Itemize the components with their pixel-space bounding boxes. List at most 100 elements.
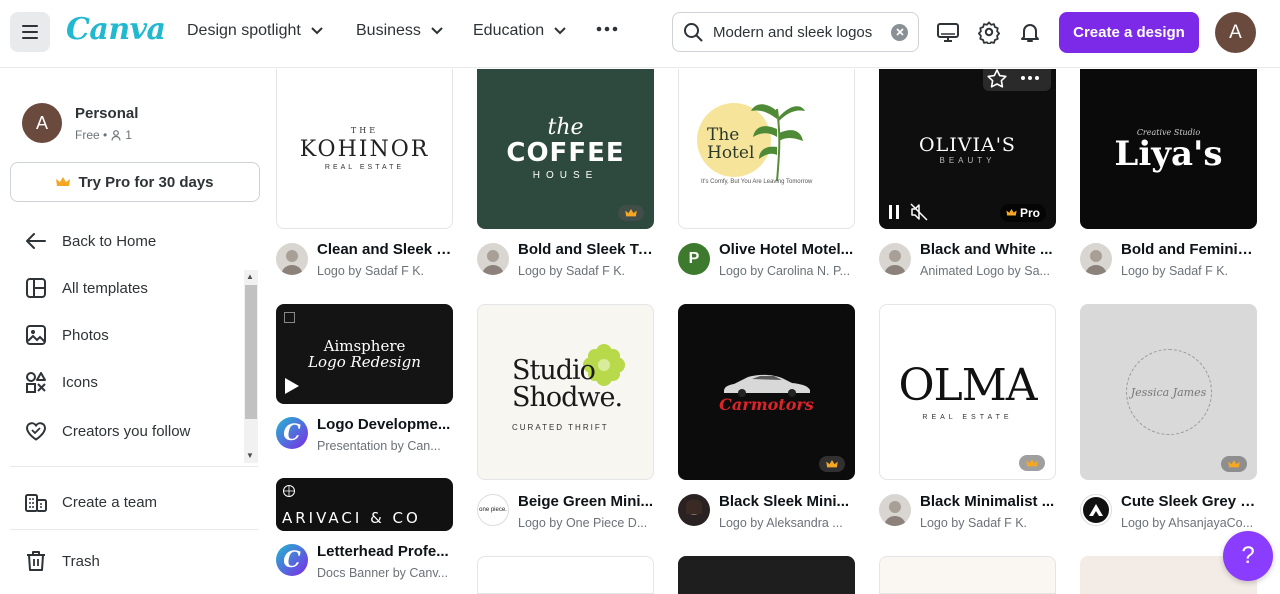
crown-icon (1026, 458, 1038, 466)
help-button[interactable]: ? (1223, 531, 1273, 581)
sidebar-item-trash[interactable]: Trash (24, 549, 100, 573)
template-card[interactable]: Jessica James Cute Sleek Grey B... Logo … (1080, 304, 1257, 534)
gear-icon (978, 21, 1000, 44)
template-title[interactable]: Clean and Sleek T... (317, 241, 453, 258)
template-thumbnail[interactable] (477, 556, 654, 594)
creator-avatar[interactable] (879, 494, 911, 526)
sidebar-item-all-templates[interactable]: All templates (24, 276, 148, 300)
template-thumbnail[interactable] (879, 556, 1056, 594)
template-subtitle: Logo by Sadaf F K. (518, 264, 626, 278)
portrait-icon (281, 250, 303, 275)
star-icon[interactable] (987, 69, 1007, 89)
canva-creator-avatar[interactable]: C (276, 544, 308, 576)
thumb-text: OLIVIA'S (919, 133, 1016, 156)
template-title[interactable]: Bold and Sleek Ty... (518, 241, 654, 258)
template-card[interactable]: OLIVIA'S BEAUTY Pro Black and White ... … (879, 69, 1056, 281)
clear-search-button[interactable] (891, 23, 908, 41)
member-count: 1 (125, 128, 132, 142)
desktop-app-button[interactable] (936, 20, 960, 44)
menu-button[interactable] (10, 12, 50, 52)
creator-avatar[interactable] (1080, 494, 1112, 526)
nav-design-spotlight[interactable]: Design spotlight (187, 22, 323, 40)
template-thumbnail[interactable]: Jessica James (1080, 304, 1257, 480)
create-design-button[interactable]: Create a design (1059, 12, 1199, 53)
mute-icon[interactable] (910, 203, 928, 221)
template-title[interactable]: Letterhead Profe... (317, 543, 453, 560)
template-title[interactable]: Black and White ... (920, 241, 1056, 258)
sidebar-scrollbar-thumb[interactable] (245, 285, 257, 419)
template-thumbnail[interactable]: the COFFEE HOUSE (477, 69, 654, 229)
try-pro-button[interactable]: Try Pro for 30 days (10, 162, 260, 202)
sidebar-item-label: Photos (62, 326, 109, 344)
template-card[interactable]: Aimsphere Logo Redesign C Logo Developme… (276, 304, 453, 459)
creator-avatar[interactable] (276, 243, 308, 275)
template-subtitle: Logo by Sadaf F K. (920, 516, 1028, 530)
crown-icon (826, 459, 838, 467)
sidebar-item-icons[interactable]: Icons (24, 370, 98, 394)
account-avatar[interactable]: A (22, 103, 62, 143)
template-card[interactable]: The Hotel It's Comfy, But You Are Leaving… (678, 69, 855, 281)
template-card[interactable]: Carmotors Black Sleek Mini... Logo by Al… (678, 304, 855, 534)
scroll-up-arrow[interactable]: ▲ (246, 272, 254, 281)
more-nav-button[interactable] (596, 26, 618, 32)
template-thumbnail[interactable]: Aimsphere Logo Redesign (276, 304, 453, 404)
template-card[interactable]: THE KOHINOR REAL ESTATE Clean and Sleek … (276, 69, 453, 281)
sidebar-item-back-home[interactable]: Back to Home (24, 229, 156, 253)
account-name[interactable]: Personal (75, 105, 138, 122)
scroll-down-arrow[interactable]: ▼ (246, 451, 254, 460)
canva-logo[interactable]: Canva (66, 12, 166, 47)
template-title[interactable]: Olive Hotel Motel... (719, 241, 855, 258)
template-card[interactable]: ARIVACI & CO C Letterhead Profe... Docs … (276, 478, 453, 582)
template-subtitle: Logo by Sadaf F K. (317, 264, 425, 278)
template-title[interactable]: Black Minimalist ... (920, 493, 1056, 510)
creator-avatar[interactable] (678, 494, 710, 526)
template-thumbnail[interactable]: Studio Shodwe. CURATED THRIFT (477, 304, 654, 480)
template-thumbnail[interactable]: The Hotel It's Comfy, But You Are Leaving… (678, 69, 855, 229)
template-title[interactable]: Black Sleek Mini... (719, 493, 855, 510)
thumb-text: REAL ESTATE (324, 164, 405, 171)
portrait-icon (884, 501, 906, 526)
sidebar-item-label: All templates (62, 279, 148, 297)
nav-business[interactable]: Business (356, 22, 443, 40)
template-thumbnail[interactable] (678, 556, 855, 594)
template-thumbnail[interactable]: Creative Studio Liya's (1080, 69, 1257, 229)
template-thumbnail[interactable]: OLIVIA'S BEAUTY Pro (879, 69, 1056, 229)
sidebar-item-creators[interactable]: Creators you follow (24, 419, 190, 443)
sidebar-item-create-team[interactable]: Create a team (24, 490, 157, 514)
template-card[interactable]: Studio Shodwe. CURATED THRIFT one piece. … (477, 304, 654, 534)
settings-button[interactable] (977, 20, 1001, 44)
more-horizontal-icon[interactable] (1020, 75, 1040, 81)
sidebar-item-label: Creators you follow (62, 422, 191, 440)
hamburger-icon (22, 25, 38, 39)
template-title[interactable]: Cute Sleek Grey B... (1121, 493, 1257, 510)
search-input[interactable] (713, 23, 881, 41)
nav-education[interactable]: Education (473, 22, 566, 40)
canva-c-icon: C (283, 420, 301, 446)
crown-icon (1228, 459, 1240, 467)
canva-creator-avatar[interactable]: C (276, 417, 308, 449)
creator-avatar[interactable]: P (678, 243, 710, 275)
template-thumbnail[interactable]: ARIVACI & CO (276, 478, 453, 531)
template-card[interactable]: Creative Studio Liya's Bold and Feminin.… (1080, 69, 1257, 281)
notifications-button[interactable] (1018, 20, 1042, 44)
creator-avatar[interactable]: one piece. (477, 494, 509, 526)
chevron-down-icon (431, 27, 443, 35)
template-card[interactable]: OLMA REAL ESTATE Black Minimalist ... Lo… (879, 304, 1056, 534)
template-thumbnail[interactable]: OLMA REAL ESTATE (879, 304, 1056, 480)
sidebar-item-photos[interactable]: Photos (24, 323, 109, 347)
user-avatar[interactable]: A (1215, 12, 1256, 53)
template-title[interactable]: Beige Green Mini... (518, 493, 654, 510)
pause-icon[interactable] (888, 205, 900, 219)
template-card[interactable]: the COFFEE HOUSE Bold and Sleek Ty... Lo… (477, 69, 654, 281)
creator-avatar[interactable] (879, 243, 911, 275)
crown-icon (625, 208, 637, 216)
template-thumbnail[interactable]: Carmotors (678, 304, 855, 480)
pro-crown-badge (1221, 456, 1247, 472)
top-bar: Canva Design spotlight Business Educatio… (0, 0, 1280, 68)
template-title[interactable]: Logo Developme... (317, 416, 453, 433)
template-title[interactable]: Bold and Feminin... (1121, 241, 1257, 258)
creator-avatar[interactable] (477, 243, 509, 275)
creator-avatar[interactable] (1080, 243, 1112, 275)
template-thumbnail[interactable]: THE KOHINOR REAL ESTATE (276, 69, 453, 229)
play-icon[interactable] (284, 377, 300, 395)
